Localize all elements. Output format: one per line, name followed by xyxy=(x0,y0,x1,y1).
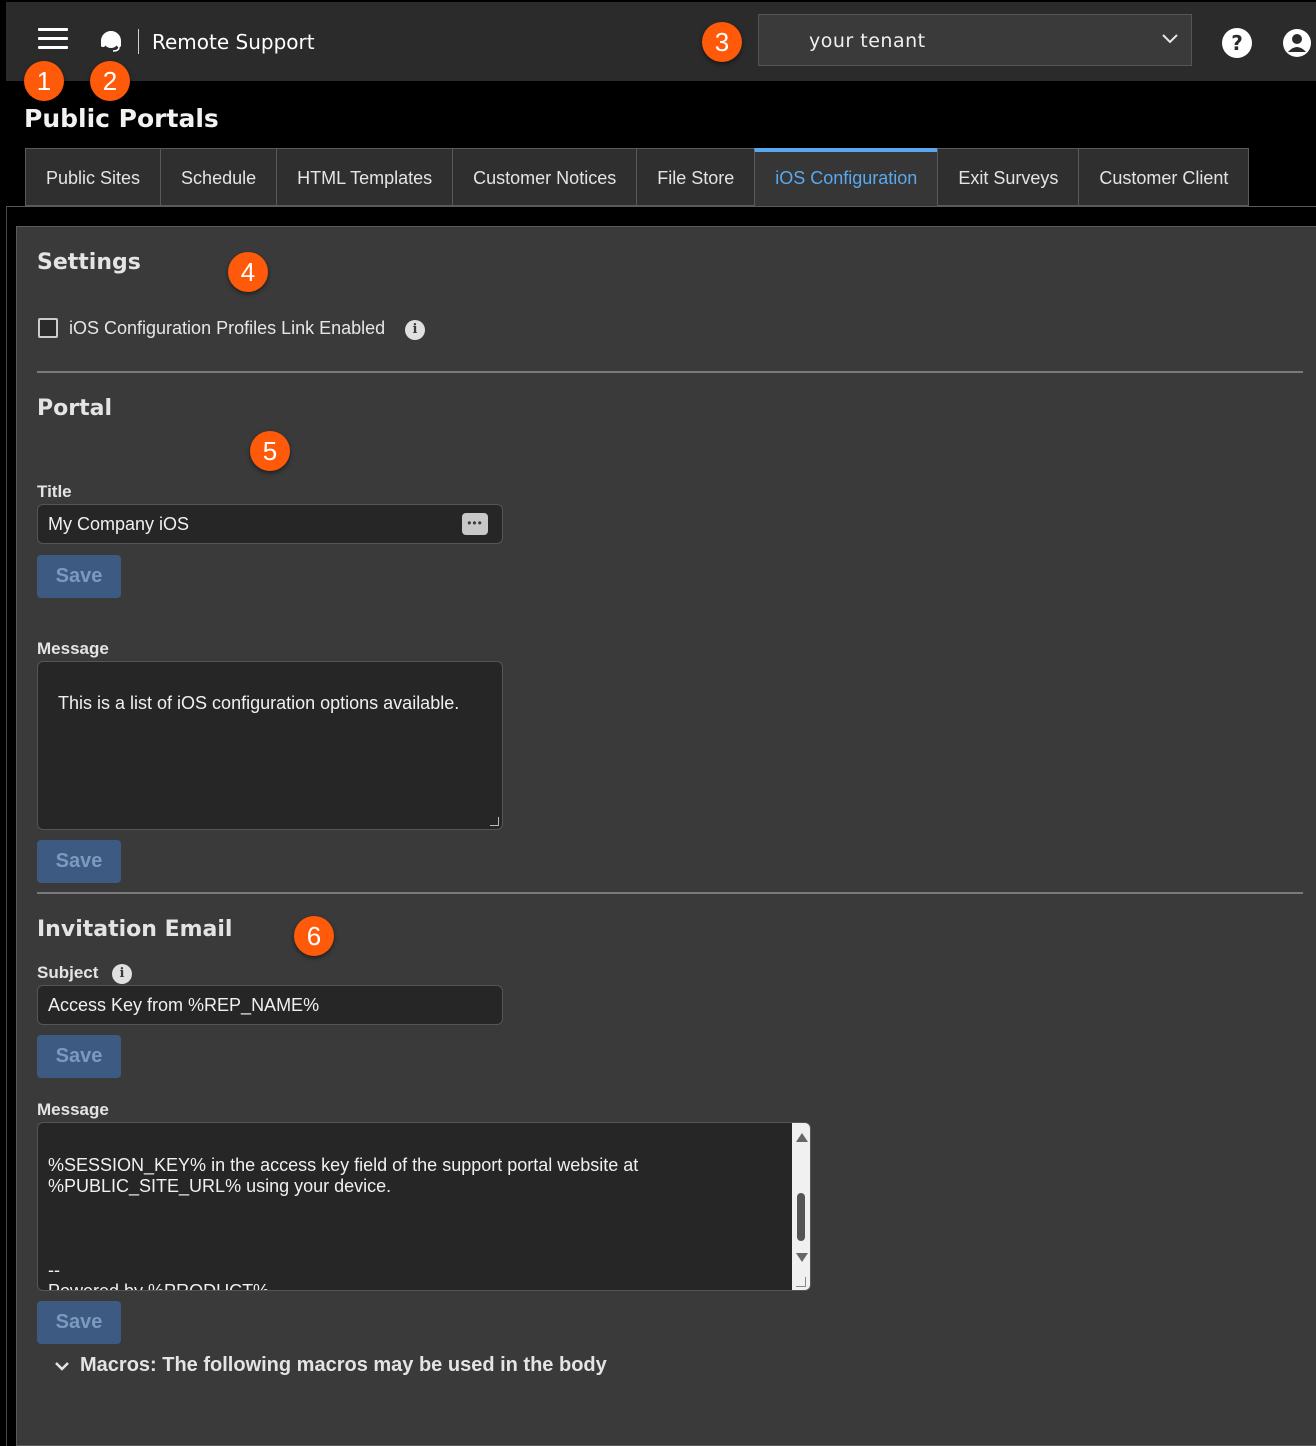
tab-public-sites[interactable]: Public Sites xyxy=(25,148,161,206)
settings-heading: Settings xyxy=(37,250,141,275)
portal-title-label: Title xyxy=(37,482,72,501)
subject-input[interactable]: Access Key from %REP_NAME% xyxy=(37,985,503,1025)
tenant-select[interactable]: your tenant xyxy=(758,14,1192,66)
callout-badge-3: 3 xyxy=(702,22,742,62)
top-bar: Remote Support your tenant ? xyxy=(6,2,1316,81)
portal-title-save-button[interactable]: Save xyxy=(37,555,121,598)
tab-customer-notices[interactable]: Customer Notices xyxy=(452,148,637,206)
portal-message-save-button[interactable]: Save xyxy=(37,840,121,883)
info-icon[interactable]: i xyxy=(112,964,132,984)
portal-message-label: Message xyxy=(37,639,109,658)
password-manager-icon[interactable]: ••• xyxy=(462,513,488,535)
callout-badge-5: 5 xyxy=(250,431,290,471)
tab-file-store[interactable]: File Store xyxy=(636,148,755,206)
invitation-message-label: Message xyxy=(37,1100,109,1119)
left-edge xyxy=(6,206,7,1446)
section-divider xyxy=(37,371,1303,373)
ios-profiles-link-checkbox[interactable] xyxy=(38,318,58,338)
macros-toggle[interactable]: Macros: The following macros may be used… xyxy=(80,1354,607,1377)
callout-badge-2: 2 xyxy=(90,61,130,101)
invitation-message-save-button[interactable]: Save xyxy=(37,1301,121,1344)
page-title: Public Portals xyxy=(24,104,219,133)
chevron-down-icon xyxy=(1162,34,1178,44)
subject-label: Subject xyxy=(37,963,99,982)
portal-title-input[interactable]: My Company iOS ••• xyxy=(37,504,503,544)
header-divider xyxy=(138,29,139,54)
textarea-scrollbar[interactable] xyxy=(792,1123,810,1290)
tab-exit-surveys[interactable]: Exit Surveys xyxy=(937,148,1079,206)
tab-schedule[interactable]: Schedule xyxy=(160,148,277,206)
tab-bar: Public Sites Schedule HTML Templates Cus… xyxy=(25,148,1250,206)
scroll-thumb[interactable] xyxy=(797,1193,805,1241)
callout-badge-1: 1 xyxy=(24,61,64,101)
invitation-message-textarea[interactable]: %SESSION_KEY% in the access key field of… xyxy=(37,1122,811,1291)
user-account-icon[interactable] xyxy=(1282,28,1312,58)
ios-profiles-link-label: iOS Configuration Profiles Link Enabled xyxy=(69,318,386,338)
resize-handle[interactable] xyxy=(490,817,499,826)
chevron-down-icon[interactable] xyxy=(54,1360,70,1372)
resize-handle[interactable] xyxy=(796,1277,806,1287)
invitation-heading: Invitation Email xyxy=(37,917,233,942)
subject-value: Access Key from %REP_NAME% xyxy=(48,995,320,1015)
section-divider xyxy=(37,892,1303,894)
tab-html-templates[interactable]: HTML Templates xyxy=(276,148,453,206)
scroll-down-arrow-icon[interactable] xyxy=(796,1253,808,1262)
portal-message-value: This is a list of iOS configuration opti… xyxy=(58,693,460,713)
tab-ios-configuration[interactable]: iOS Configuration xyxy=(754,148,938,206)
tenant-select-value: your tenant xyxy=(809,30,926,52)
headset-logo-icon xyxy=(101,31,121,52)
scroll-up-arrow-icon[interactable] xyxy=(796,1133,808,1142)
menu-icon[interactable] xyxy=(38,28,68,54)
subject-save-button[interactable]: Save xyxy=(37,1035,121,1078)
callout-badge-4: 4 xyxy=(228,252,268,292)
invitation-message-value: %SESSION_KEY% in the access key field of… xyxy=(48,1155,639,1291)
help-icon[interactable]: ? xyxy=(1222,28,1252,58)
portal-message-textarea[interactable]: This is a list of iOS configuration opti… xyxy=(37,661,503,830)
info-icon[interactable]: i xyxy=(405,320,425,340)
callout-badge-6: 6 xyxy=(294,916,334,956)
app-title: Remote Support xyxy=(152,30,315,54)
tab-customer-client[interactable]: Customer Client xyxy=(1078,148,1250,206)
portal-title-value: My Company iOS xyxy=(48,514,190,534)
portal-heading: Portal xyxy=(37,396,112,421)
